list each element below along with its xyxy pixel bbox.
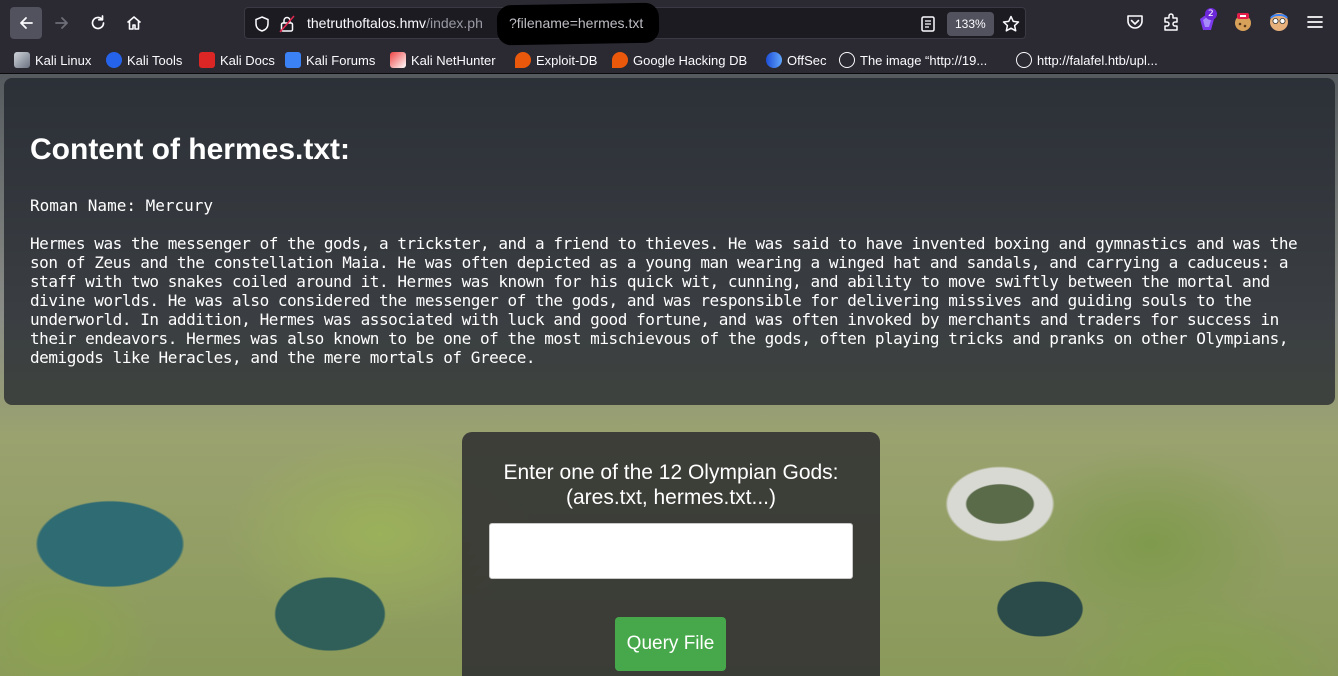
bookmark-label: http://falafel.htb/upl...: [1037, 52, 1158, 68]
extensions-puzzle-icon[interactable]: [1160, 11, 1182, 33]
bookmark-label: Kali NetHunter: [411, 52, 496, 68]
kali-forums-icon: [285, 52, 301, 68]
url-bar[interactable]: thetruthoftalos.hmv/index.ph ?filename=h…: [244, 2, 1026, 46]
home-button[interactable]: [118, 7, 150, 39]
reload-icon: [91, 15, 105, 30]
query-label-line1: Enter one of the 12 Olympian Gods:: [503, 461, 839, 484]
page-viewport: Content of hermes.txt: Roman Name: Mercu…: [0, 74, 1338, 676]
file-content-panel: Content of hermes.txt: Roman Name: Mercu…: [4, 78, 1335, 405]
url-text[interactable]: thetruthoftalos.hmv/index.ph: [307, 15, 483, 31]
bookmark-kali-docs[interactable]: Kali Docs: [199, 50, 275, 70]
arrow-left-icon: [20, 17, 33, 29]
globe-icon: [1016, 52, 1032, 68]
bookmark-exploit-db[interactable]: Exploit-DB: [515, 50, 597, 70]
arrow-right-icon: [55, 17, 68, 29]
bookmark-falafel-link[interactable]: http://falafel.htb/upl...: [1016, 50, 1158, 70]
pocket-icon[interactable]: [1124, 11, 1146, 33]
bookmark-star-icon[interactable]: [1001, 14, 1021, 34]
kali-dragon-icon: [14, 52, 30, 68]
hamburger-menu-icon[interactable]: [1304, 11, 1326, 33]
back-button[interactable]: [10, 7, 42, 39]
content-title: Content of hermes.txt:: [30, 133, 351, 166]
shield-icon[interactable]: [253, 15, 271, 33]
bookmark-label: Kali Linux: [35, 52, 92, 68]
lock-warning-icon[interactable]: [279, 15, 295, 33]
query-file-button[interactable]: Query File: [615, 617, 726, 671]
bookmark-kali-nethunter[interactable]: Kali NetHunter: [390, 50, 496, 70]
bookmark-label: Kali Tools: [127, 52, 183, 68]
bookmark-label: OffSec: [787, 52, 827, 68]
bookmark-label: Kali Forums: [306, 52, 376, 68]
query-label: Enter one of the 12 Olympian Gods: (ares…: [462, 460, 880, 510]
bookmark-kali-forums[interactable]: Kali Forums: [285, 50, 375, 70]
bookmark-offsec[interactable]: OffSec: [766, 50, 827, 70]
bookmark-image-link[interactable]: The image “http://19...: [839, 50, 987, 70]
zoom-level-badge[interactable]: 133%: [947, 12, 994, 36]
bookmark-kali-linux[interactable]: Kali Linux: [14, 50, 91, 70]
content-body-text: Hermes was the messenger of the gods, a …: [30, 234, 1307, 367]
filename-input[interactable]: [489, 523, 853, 579]
kali-tools-icon: [106, 52, 122, 68]
roman-name-text: Roman Name: Mercury: [30, 196, 214, 215]
reader-view-icon[interactable]: [919, 15, 937, 33]
url-host: thetruthoftalos.hmv: [307, 15, 427, 31]
bookmark-label: Kali Docs: [220, 52, 275, 68]
query-form-panel: Enter one of the 12 Olympian Gods: (ares…: [462, 432, 880, 676]
reload-button[interactable]: [82, 7, 114, 39]
query-label-line2: (ares.txt, hermes.txt...): [565, 486, 777, 509]
kali-docs-icon: [199, 52, 215, 68]
bookmark-label: The image “http://19...: [860, 52, 988, 68]
ghdb-icon: [612, 52, 628, 68]
globe-icon: [839, 52, 855, 68]
forward-button[interactable]: [46, 7, 78, 39]
bookmark-kali-tools[interactable]: Kali Tools: [106, 50, 182, 70]
nethunter-icon: [390, 52, 406, 68]
url-query-param: ?filename=hermes.txt: [509, 15, 644, 31]
url-path: /index.ph: [426, 15, 483, 31]
home-icon: [126, 16, 142, 30]
exploit-db-icon: [515, 52, 531, 68]
bookmark-label: Exploit-DB: [536, 52, 598, 68]
browser-toolbar: thetruthoftalos.hmv/index.ph ?filename=h…: [0, 0, 1338, 46]
bookmark-google-hacking-db[interactable]: Google Hacking DB: [612, 50, 747, 70]
offsec-icon: [766, 52, 782, 68]
profile-extension-icon[interactable]: [1268, 11, 1290, 33]
bookmarks-bar: Kali Linux Kali Tools Kali Docs Kali For…: [0, 46, 1338, 74]
extension-badge: 2: [1205, 8, 1217, 20]
bookmark-label: Google Hacking DB: [633, 52, 748, 68]
cookie-extension-icon[interactable]: [1232, 11, 1254, 33]
